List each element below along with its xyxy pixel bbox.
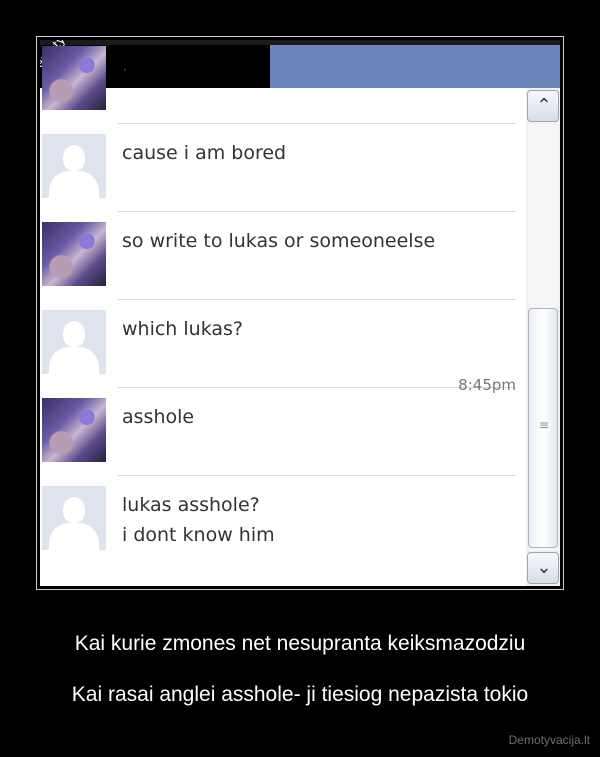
user-silhouette-icon xyxy=(42,486,106,550)
chevron-up-icon: ⌃ xyxy=(536,95,552,116)
message-text: so write to lukas or someoneelse xyxy=(122,230,436,252)
caption-line-2: Kai rasai anglei asshole- ji tiesiog nep… xyxy=(71,683,529,706)
silhouette-head xyxy=(63,497,85,523)
message-timestamp: 8:45pm xyxy=(458,376,516,394)
avatar xyxy=(42,46,106,110)
chat-message: cause i am bored xyxy=(40,124,516,212)
silhouette-body xyxy=(49,347,99,374)
message-text: asshole xyxy=(122,406,195,428)
avatar xyxy=(42,222,106,286)
scroll-down-button[interactable]: ⌄ xyxy=(527,552,559,584)
avatar xyxy=(42,398,106,462)
chat-message: . xyxy=(40,40,516,124)
chat-message: so write to lukas or someoneelse xyxy=(40,212,516,300)
silhouette-body xyxy=(49,171,99,198)
message-text: lukas asshole? i dont know him xyxy=(122,494,275,546)
message-text: . xyxy=(122,54,129,76)
chat-scrollbar[interactable]: ⌃ ≡ ⌄ xyxy=(526,88,560,586)
silhouette-body xyxy=(49,523,99,550)
scroll-up-button[interactable]: ⌃ xyxy=(527,90,559,122)
message-text: cause i am bored xyxy=(122,142,287,164)
chat-message: which lukas? xyxy=(40,300,516,388)
scrollbar-thumb[interactable]: ≡ xyxy=(528,308,558,548)
silhouette-head xyxy=(63,321,85,347)
grip-icon: ≡ xyxy=(538,418,550,432)
site-brand: Demotyvacija.lt xyxy=(508,733,590,747)
user-silhouette-icon xyxy=(42,310,106,374)
chevron-down-icon: ⌄ xyxy=(536,557,552,578)
chat-message: lukas asshole? i dont know him xyxy=(40,476,516,586)
silhouette-head xyxy=(63,145,85,171)
chat-conversation: . cause i am bored so write to lukas or … xyxy=(40,46,524,586)
chat-message: 8:45pm asshole xyxy=(40,376,516,476)
user-silhouette-icon xyxy=(42,134,106,198)
caption-line-1: Kai kurie zmones net nesupranta keiksmaz… xyxy=(74,632,526,655)
message-text: which lukas? xyxy=(122,318,244,340)
chat-screenshot: Demotyvacija.lt . cause i am bored so wr… xyxy=(40,40,560,586)
